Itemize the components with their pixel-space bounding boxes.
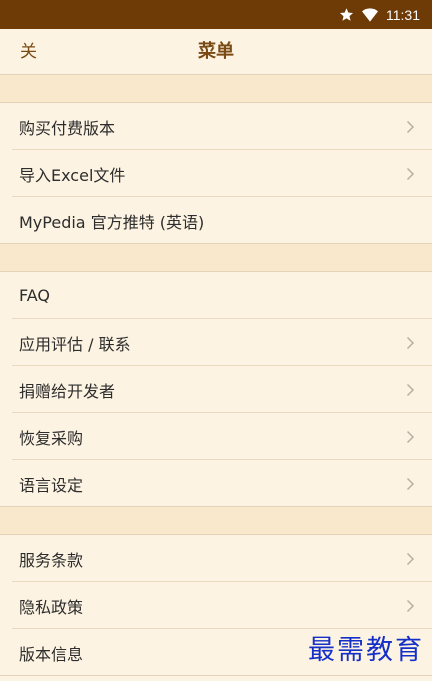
menu-item-label: FAQ [19, 286, 50, 305]
star-icon [339, 7, 354, 22]
chevron-right-icon [404, 166, 416, 182]
menu-item-twitter[interactable]: MyPedia 官方推特 (英语) [0, 197, 432, 244]
status-time: 11:31 [386, 6, 420, 23]
page-title: 菜单 [198, 41, 234, 62]
menu-item-restore-purchase[interactable]: 恢复采购 [0, 413, 432, 460]
chevron-right-icon [404, 119, 416, 135]
header-bar: 关 菜单 [0, 29, 432, 75]
wifi-icon [362, 7, 378, 22]
menu-item-terms[interactable]: 服务条款 [0, 535, 432, 582]
section-separator [0, 244, 432, 272]
chevron-right-icon [404, 476, 416, 492]
app-screen: 11:31 关 菜单 购买付费版本 导入Excel文件 MyPedia 官方推特… [0, 0, 432, 681]
menu-item-buy-premium[interactable]: 购买付费版本 [0, 103, 432, 150]
menu-item-import-excel[interactable]: 导入Excel文件 [0, 150, 432, 197]
menu-item-donate[interactable]: 捐赠给开发者 [0, 366, 432, 413]
menu-item-label: 购买付费版本 [19, 118, 116, 138]
chevron-right-icon [404, 382, 416, 398]
chevron-right-icon [404, 551, 416, 567]
menu-group-1: 购买付费版本 导入Excel文件 MyPedia 官方推特 (英语) [0, 103, 432, 244]
menu-item-label: 服务条款 [19, 550, 84, 570]
menu-item-faq[interactable]: FAQ [0, 272, 432, 319]
menu-item-label: 隐私政策 [19, 597, 84, 617]
menu-item-label: MyPedia 官方推特 (英语) [19, 212, 205, 232]
menu-item-label: 应用评估 / 联系 [19, 334, 131, 354]
chevron-right-icon [404, 429, 416, 445]
menu-item-privacy[interactable]: 隐私政策 [0, 582, 432, 629]
close-button[interactable]: 关 [12, 29, 45, 75]
menu-item-label: 恢复采购 [19, 428, 84, 448]
watermark: 最需教育 [308, 635, 424, 666]
menu-item-language[interactable]: 语言设定 [0, 460, 432, 507]
menu-group-2: FAQ 应用评估 / 联系 捐赠给开发者 恢复采购 语言设定 [0, 272, 432, 507]
menu-item-label: 捐赠给开发者 [19, 381, 116, 401]
status-bar: 11:31 [0, 0, 432, 29]
menu-item-rate-contact[interactable]: 应用评估 / 联系 [0, 319, 432, 366]
chevron-right-icon [404, 335, 416, 351]
section-separator [0, 75, 432, 103]
menu-item-label: 语言设定 [19, 475, 84, 495]
section-separator [0, 507, 432, 535]
chevron-right-icon [404, 598, 416, 614]
menu-item-label: 导入Excel文件 [19, 165, 126, 185]
